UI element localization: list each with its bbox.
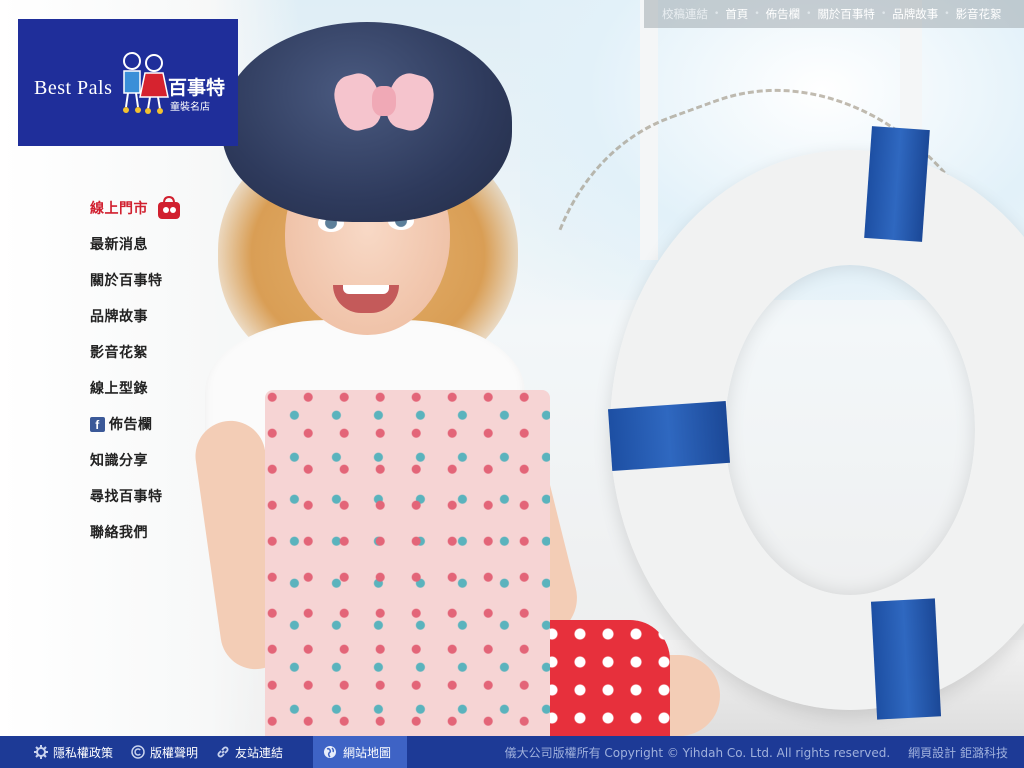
child-dress: [265, 390, 550, 736]
nav-item-find-store[interactable]: 尋找百事特: [90, 478, 182, 514]
copyright-link[interactable]: 版權聲明: [131, 744, 198, 761]
facebook-icon: f: [90, 416, 105, 432]
friend-links-link[interactable]: 友站連結: [216, 744, 283, 761]
nav-item-about[interactable]: 關於百事特: [90, 262, 182, 298]
nav-item-knowledge[interactable]: 知識分享: [90, 442, 182, 478]
brand-name-zh: 百事特: [168, 77, 226, 99]
top-nav-bulletin[interactable]: 佈告欄: [760, 6, 807, 22]
top-nav-about[interactable]: 關於百事特: [811, 6, 881, 22]
top-nav-home[interactable]: 首頁: [719, 6, 754, 22]
gear-icon: [34, 745, 48, 759]
globe-icon: [324, 746, 337, 758]
nav-item-news[interactable]: 最新消息: [90, 226, 182, 262]
top-nav-proof-link[interactable]: 校稿連結: [644, 6, 714, 22]
brand-name-en: Best Pals: [34, 77, 113, 99]
child-teeth: [343, 285, 389, 294]
top-nav: 校稿連結 • 首頁 • 佈告欄 • 關於百事特 • 品牌故事 • 影音花絮: [644, 0, 1024, 28]
hat-bow: [329, 68, 439, 138]
main-nav: 線上門市 最新消息 關於百事特 品牌故事 影音花絮 線上型錄 f 佈告欄 知識分…: [90, 190, 182, 550]
life-ring-band: [607, 400, 731, 472]
top-nav-brand-story[interactable]: 品牌故事: [886, 6, 944, 22]
sitemap-button[interactable]: 網站地圖: [313, 736, 408, 768]
shopping-bag-icon: [158, 196, 180, 219]
copyright-icon: [131, 745, 145, 759]
privacy-policy-link[interactable]: 隱私權政策: [34, 744, 113, 761]
design-credit[interactable]: 網頁設計 鉅潞科技: [908, 744, 1008, 761]
nav-item-videos[interactable]: 影音花絮: [90, 334, 182, 370]
life-ring-band: [870, 598, 942, 720]
link-icon: [217, 746, 229, 758]
nav-item-bulletin[interactable]: f 佈告欄: [90, 406, 182, 442]
kids-mascot-icon: [123, 52, 169, 114]
nav-item-brand-story[interactable]: 品牌故事: [90, 298, 182, 334]
nav-item-catalog[interactable]: 線上型錄: [90, 370, 182, 406]
life-ring-band: [864, 126, 930, 242]
brand-logo[interactable]: Best Pals 百事特 童裝名店: [18, 19, 238, 146]
copyright-text: 儀大公司版權所有 Copyright © Yihdah Co. Ltd. All…: [504, 745, 891, 760]
nav-item-online-store[interactable]: 線上門市: [90, 190, 182, 226]
footer: 隱私權政策 版權聲明 友站連結 網站地圖 儀大公司版權所有 Copyright …: [0, 736, 1024, 768]
nav-item-contact[interactable]: 聯絡我們: [90, 514, 182, 550]
brand-tagline: 童裝名店: [170, 102, 210, 113]
top-nav-videos[interactable]: 影音花絮: [950, 6, 1008, 22]
